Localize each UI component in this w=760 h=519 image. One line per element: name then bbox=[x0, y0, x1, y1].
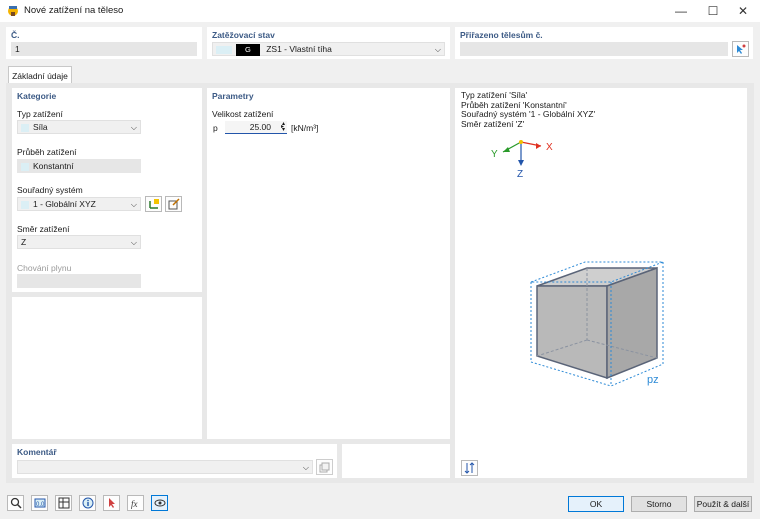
info-button[interactable] bbox=[79, 495, 96, 511]
table-button[interactable] bbox=[55, 495, 72, 511]
load-case-value: ZS1 - Vlastní tíha bbox=[266, 44, 332, 54]
solid-cube bbox=[536, 266, 658, 380]
table-icon bbox=[58, 497, 69, 509]
select-solids-button[interactable] bbox=[732, 41, 749, 57]
distribution-label: Průběh zatížení bbox=[17, 147, 77, 157]
assigned-panel: Přiřazeno tělesům č. bbox=[455, 27, 753, 59]
coord-system-swatch bbox=[21, 200, 29, 209]
title-bar: Nové zatížení na těleso — ☐ ✕ bbox=[0, 0, 760, 22]
comment-label: Komentář bbox=[17, 447, 57, 457]
eye-icon bbox=[154, 499, 165, 507]
load-case-panel: Zatěžovací stav G ZS1 - Vlastní tíha ⌵ bbox=[207, 27, 450, 59]
preview-settings-button[interactable] bbox=[461, 460, 478, 476]
preview-graphic: X Y Z pz bbox=[491, 140, 664, 387]
parameters-title: Parametry bbox=[212, 91, 254, 101]
load-symbol: p bbox=[213, 123, 218, 133]
view-options-icon bbox=[464, 462, 474, 474]
load-type-label: Typ zatížení bbox=[17, 109, 63, 119]
axis-y-label: Y bbox=[491, 149, 498, 160]
gas-behavior-label: Chování plynu bbox=[17, 263, 72, 273]
app-icon bbox=[6, 4, 20, 18]
svg-text:fx: fx bbox=[131, 499, 138, 509]
load-magnitude-input[interactable]: 25.00 ▴ ▾ bbox=[225, 121, 287, 134]
distribution-field: Konstantní bbox=[17, 159, 141, 173]
apply-next-button[interactable]: Použít & další bbox=[694, 496, 752, 512]
load-case-label: Zatěžovací stav bbox=[212, 30, 275, 40]
gas-behavior-field bbox=[17, 274, 141, 288]
preview-info: Typ zatížení 'Síla' Průběh zatížení 'Kon… bbox=[461, 90, 595, 129]
distribution-value: Konstantní bbox=[33, 161, 74, 171]
load-case-color-swatch bbox=[216, 45, 232, 54]
new-coord-system-button[interactable] bbox=[145, 196, 162, 212]
cancel-button[interactable]: Storno bbox=[631, 496, 687, 512]
chevron-down-icon: ⌵ bbox=[130, 238, 137, 247]
formula-icon: fx bbox=[131, 499, 138, 509]
category-panel: Kategorie Typ zatížení Síla ⌵ Průběh zat… bbox=[12, 88, 202, 292]
window-title: Nové zatížení na těleso bbox=[24, 5, 124, 16]
comment-side-panel bbox=[342, 444, 450, 478]
direction-value: Z bbox=[21, 237, 27, 247]
load-type-value: Síla bbox=[33, 122, 48, 132]
axis-z-label: Z bbox=[517, 169, 523, 180]
chevron-down-icon: ⌵ bbox=[130, 200, 137, 209]
chevron-down-icon: ⌵ bbox=[434, 45, 441, 54]
direction-label: Směr zatížení bbox=[17, 224, 70, 234]
coordinate-axes: X Y Z bbox=[491, 140, 553, 180]
bottom-bar: 0.0 fx OK Storno Použít & další bbox=[0, 488, 760, 519]
pick-cursor-icon bbox=[737, 44, 746, 54]
coord-system-value: 1 - Globální XYZ bbox=[33, 199, 96, 209]
new-coordinate-system-icon bbox=[148, 199, 159, 209]
category-title: Kategorie bbox=[17, 91, 57, 101]
info-icon bbox=[82, 497, 93, 509]
minimize-button[interactable]: — bbox=[666, 0, 696, 22]
axis-x-label: X bbox=[546, 142, 553, 153]
load-magnitude-label: Velikost zatížení bbox=[212, 109, 274, 119]
units-icon: 0.0 bbox=[34, 498, 45, 508]
pick-icon bbox=[108, 498, 115, 508]
chevron-down-icon: ⌵ bbox=[302, 463, 309, 472]
assigned-label: Přiřazeno tělesům č. bbox=[460, 30, 543, 40]
coord-system-label: Souřadný systém bbox=[17, 185, 83, 195]
empty-panel bbox=[12, 297, 202, 439]
distribution-swatch bbox=[21, 162, 29, 171]
load-magnitude-value: 25.00 bbox=[249, 122, 271, 132]
coord-system-select[interactable]: 1 - Globální XYZ ⌵ bbox=[17, 197, 141, 211]
number-panel: Č. 1 bbox=[6, 27, 202, 59]
search-button[interactable] bbox=[7, 495, 24, 511]
ok-button[interactable]: OK bbox=[568, 496, 624, 512]
number-field[interactable]: 1 bbox=[11, 42, 197, 56]
tab-basic-data[interactable]: Základní údaje bbox=[8, 66, 72, 84]
load-unit: [kN/m³] bbox=[291, 123, 319, 133]
comment-panel: Komentář ⌵ bbox=[12, 444, 337, 478]
maximize-button[interactable]: ☐ bbox=[698, 0, 728, 22]
load-case-badge: G bbox=[236, 43, 260, 56]
comment-select[interactable]: ⌵ bbox=[17, 460, 313, 474]
load-type-select[interactable]: Síla ⌵ bbox=[17, 120, 141, 134]
load-case-select[interactable]: G ZS1 - Vlastní tíha ⌵ bbox=[212, 42, 445, 56]
close-button[interactable]: ✕ bbox=[728, 0, 758, 22]
edit-coordinate-system-icon bbox=[168, 198, 180, 210]
load-type-swatch bbox=[21, 123, 29, 132]
direction-select[interactable]: Z ⌵ bbox=[17, 235, 141, 249]
comment-value bbox=[18, 462, 21, 472]
assigned-field[interactable] bbox=[460, 42, 728, 56]
select-button[interactable] bbox=[103, 495, 120, 511]
chevron-down-icon: ⌵ bbox=[130, 123, 137, 132]
formula-button[interactable]: fx bbox=[127, 495, 144, 511]
comment-edit-button[interactable] bbox=[316, 459, 333, 475]
edit-coord-system-button[interactable] bbox=[165, 196, 182, 212]
load-label-pz: pz bbox=[647, 374, 659, 386]
search-icon bbox=[10, 497, 22, 509]
parameters-panel: Parametry Velikost zatížení p 25.00 ▴ ▾ ▸… bbox=[207, 88, 450, 439]
preview-panel: Typ zatížení 'Síla' Průběh zatížení 'Kon… bbox=[455, 88, 747, 478]
number-label: Č. bbox=[11, 30, 20, 40]
svg-text:0.0: 0.0 bbox=[36, 502, 45, 508]
copy-icon bbox=[319, 462, 330, 472]
units-button[interactable]: 0.0 bbox=[31, 495, 48, 511]
unit-dropdown-icon[interactable]: ▸ bbox=[281, 123, 284, 130]
view-button[interactable] bbox=[151, 495, 168, 511]
